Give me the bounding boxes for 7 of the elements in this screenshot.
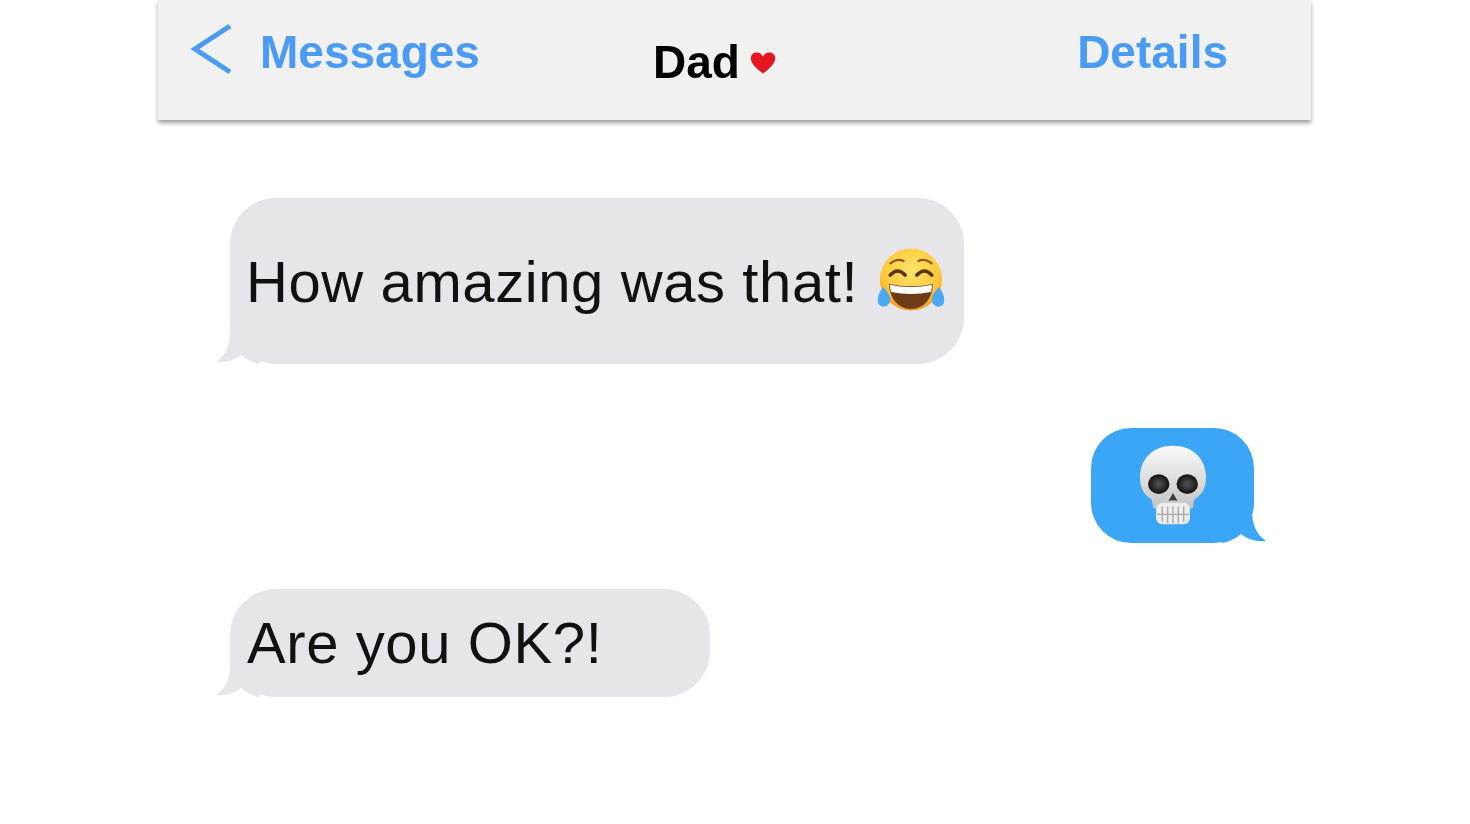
message-text: Are you OK?! <box>247 609 603 676</box>
message-text: How amazing was that! <box>246 247 859 315</box>
details-button[interactable]: Details <box>1077 29 1228 75</box>
heart-icon <box>749 51 776 75</box>
contact-name: Dad <box>652 39 740 85</box>
chevron-left-icon <box>190 23 234 75</box>
skull-icon <box>1137 444 1209 526</box>
